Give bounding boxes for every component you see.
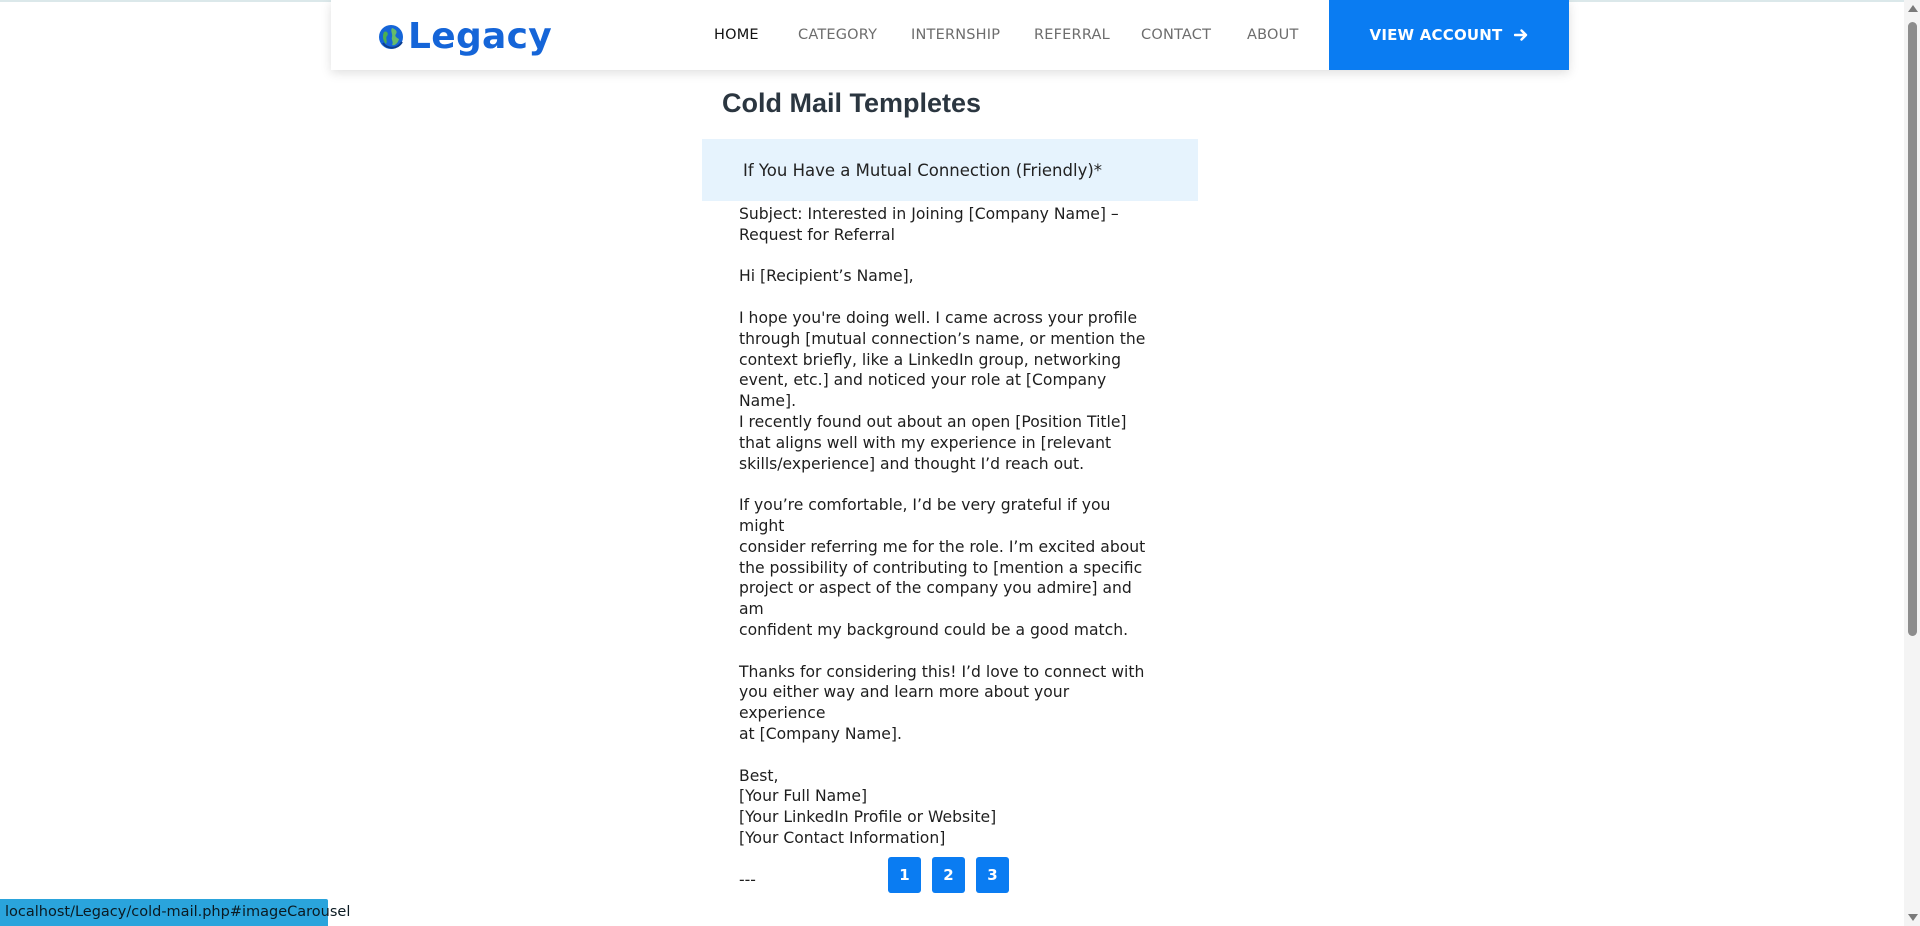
template-body: Subject: Interested in Joining [Company … — [739, 204, 1159, 890]
nav-contact[interactable]: CONTACT — [1141, 27, 1211, 43]
scroll-thumb[interactable] — [1908, 22, 1917, 636]
template-heading: If You Have a Mutual Connection (Friendl… — [702, 139, 1198, 201]
scroll-up-icon[interactable] — [1908, 5, 1918, 12]
nav-about[interactable]: ABOUT — [1247, 27, 1299, 43]
template-greeting: Hi [Recipient’s Name], — [739, 267, 914, 286]
template-signoff: Best, [Your Full Name] [Your LinkedIn Pr… — [739, 766, 997, 847]
arrow-right-icon — [1514, 29, 1528, 41]
pagination: 1 2 3 — [888, 857, 1020, 893]
nav-home[interactable]: HOME — [714, 27, 759, 43]
page-button-2[interactable]: 2 — [932, 857, 965, 893]
view-account-button[interactable]: VIEW ACCOUNT — [1329, 0, 1569, 70]
nav-category[interactable]: CATEGORY — [798, 27, 877, 43]
status-bar-url: localhost/Legacy/cold-mail.php#imageCaro… — [0, 899, 350, 926]
template-paragraph-3: Thanks for considering this! I’d love to… — [739, 662, 1145, 743]
view-account-label: VIEW ACCOUNT — [1369, 26, 1503, 44]
nav-referral[interactable]: REFERRAL — [1034, 27, 1110, 43]
template-paragraph-1: I hope you're doing well. I came across … — [739, 308, 1146, 473]
template-subject: Subject: Interested in Joining [Company … — [739, 205, 1119, 244]
page-button-3[interactable]: 3 — [976, 857, 1009, 893]
page-button-1[interactable]: 1 — [888, 857, 921, 893]
scroll-down-icon[interactable] — [1908, 914, 1918, 921]
vertical-scrollbar[interactable] — [1904, 0, 1920, 926]
page-title: Cold Mail Templetes — [722, 88, 982, 118]
nav-internship[interactable]: INTERNSHIP — [911, 27, 1000, 43]
navbar: Legacy HOME CATEGORY INTERNSHIP REFERRAL… — [331, 0, 1569, 70]
template-paragraph-2: If you’re comfortable, I’d be very grate… — [739, 496, 1146, 639]
